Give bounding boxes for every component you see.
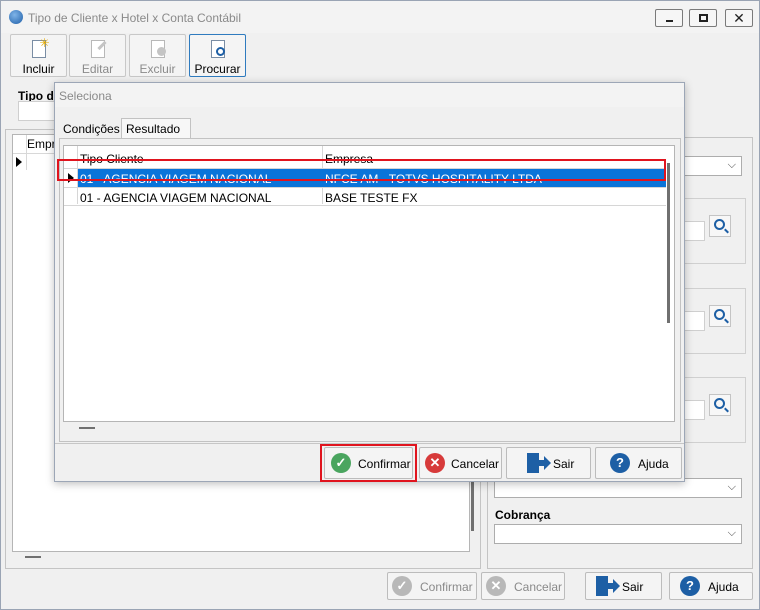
window-title: Tipo de Cliente x Hotel x Conta Contábil bbox=[28, 11, 241, 25]
exit-icon bbox=[596, 576, 620, 596]
seleciona-dialog: Seleciona Condições Resultado Tipo Clien… bbox=[54, 82, 685, 482]
main-confirmar-label: Confirmar bbox=[420, 580, 473, 594]
excluir-button[interactable]: Excluir bbox=[129, 34, 186, 77]
procurar-button[interactable]: Procurar bbox=[189, 34, 246, 77]
excluir-label: Excluir bbox=[139, 62, 176, 76]
maximize-icon bbox=[699, 14, 708, 22]
table-row[interactable]: 01 - AGENCIA VIAGEM NACIONAL BASE TESTE … bbox=[78, 188, 666, 206]
main-cancelar-button[interactable]: ✕ Cancelar bbox=[481, 572, 565, 600]
resultado-panel: Tipo Cliente Empresa 01 - AGENCIA VIAGEM… bbox=[59, 138, 681, 442]
search-icon bbox=[714, 219, 725, 230]
row-indicator-icon bbox=[16, 157, 22, 167]
tab-resultado[interactable]: Resultado bbox=[121, 118, 191, 138]
main-confirmar-button[interactable]: ✓ Confirmar bbox=[387, 572, 477, 600]
search-icon bbox=[714, 309, 725, 320]
incluir-button[interactable]: ✳ Incluir bbox=[10, 34, 67, 77]
row-divider bbox=[64, 205, 666, 206]
minimize-icon bbox=[666, 20, 673, 22]
minimize-button[interactable] bbox=[655, 9, 683, 27]
dialog-title: Seleciona bbox=[59, 89, 112, 103]
help-icon: ? bbox=[680, 576, 700, 596]
main-sair-label: Sair bbox=[622, 580, 644, 594]
dialog-sair-button[interactable]: Sair bbox=[506, 447, 591, 479]
cobranca-select[interactable]: ⌵ bbox=[494, 524, 742, 544]
help-icon: ? bbox=[610, 453, 630, 473]
edit-document-icon bbox=[89, 39, 107, 59]
row-tipo-cliente: 01 - AGENCIA VIAGEM NACIONAL bbox=[80, 191, 272, 205]
title-bar: Tipo de Cliente x Hotel x Conta Contábil… bbox=[1, 1, 759, 33]
left-hscroll-handle[interactable] bbox=[25, 556, 41, 558]
exit-icon bbox=[527, 453, 551, 473]
lookup-search-button-1[interactable] bbox=[709, 215, 731, 237]
search-document-icon bbox=[209, 39, 227, 59]
dialog-cancelar-button[interactable]: ✕ Cancelar bbox=[419, 447, 502, 479]
dialog-ajuda-label: Ajuda bbox=[638, 457, 669, 471]
procurar-label: Procurar bbox=[194, 62, 241, 76]
cancel-icon: ✕ bbox=[425, 453, 445, 473]
confirmar-highlight bbox=[320, 444, 417, 482]
maximize-button[interactable] bbox=[689, 9, 717, 27]
chevron-down-icon: ⌵ bbox=[727, 527, 736, 539]
row-empresa: BASE TESTE FX bbox=[325, 191, 418, 205]
dialog-title-bar: Seleciona bbox=[55, 83, 684, 107]
close-button[interactable]: ✕ bbox=[725, 9, 753, 27]
dialog-ajuda-button[interactable]: ? Ajuda bbox=[595, 447, 682, 479]
lookup-input-3[interactable] bbox=[685, 400, 705, 420]
tipo-cliente-input[interactable] bbox=[18, 101, 58, 121]
editar-button[interactable]: Editar bbox=[69, 34, 126, 77]
search-icon bbox=[714, 398, 725, 409]
main-ajuda-label: Ajuda bbox=[708, 580, 739, 594]
selected-row-highlight bbox=[57, 159, 666, 181]
editar-label: Editar bbox=[81, 62, 114, 76]
cobranca-label: Cobrança bbox=[495, 508, 551, 522]
dialog-cancelar-label: Cancelar bbox=[451, 457, 500, 471]
main-cancelar-label: Cancelar bbox=[514, 580, 563, 594]
grid-indicator-divider bbox=[26, 135, 27, 170]
chevron-down-icon: ⌵ bbox=[727, 159, 736, 171]
delete-document-icon bbox=[149, 39, 167, 59]
new-document-icon: ✳ bbox=[30, 36, 50, 59]
tab-condicoes[interactable]: Condições bbox=[59, 118, 121, 138]
dialog-sair-label: Sair bbox=[553, 457, 575, 471]
chevron-down-icon: ⌵ bbox=[727, 481, 736, 493]
result-grid-scrollbar[interactable] bbox=[667, 163, 670, 323]
lookup-search-button-2[interactable] bbox=[709, 305, 731, 327]
lookup-input-1[interactable] bbox=[685, 221, 705, 241]
result-grid-hscroll-handle[interactable] bbox=[79, 427, 95, 429]
lookup-input-2[interactable] bbox=[685, 311, 705, 331]
main-ajuda-button[interactable]: ? Ajuda bbox=[669, 572, 753, 600]
main-sair-button[interactable]: Sair bbox=[585, 572, 662, 600]
close-icon: ✕ bbox=[733, 10, 745, 26]
lookup-search-button-3[interactable] bbox=[709, 394, 731, 416]
app-globe-icon bbox=[9, 10, 23, 24]
check-icon: ✓ bbox=[392, 576, 412, 596]
incluir-label: Incluir bbox=[22, 62, 55, 76]
cancel-icon: ✕ bbox=[486, 576, 506, 596]
result-grid[interactable]: Tipo Cliente Empresa 01 - AGENCIA VIAGEM… bbox=[63, 145, 675, 422]
